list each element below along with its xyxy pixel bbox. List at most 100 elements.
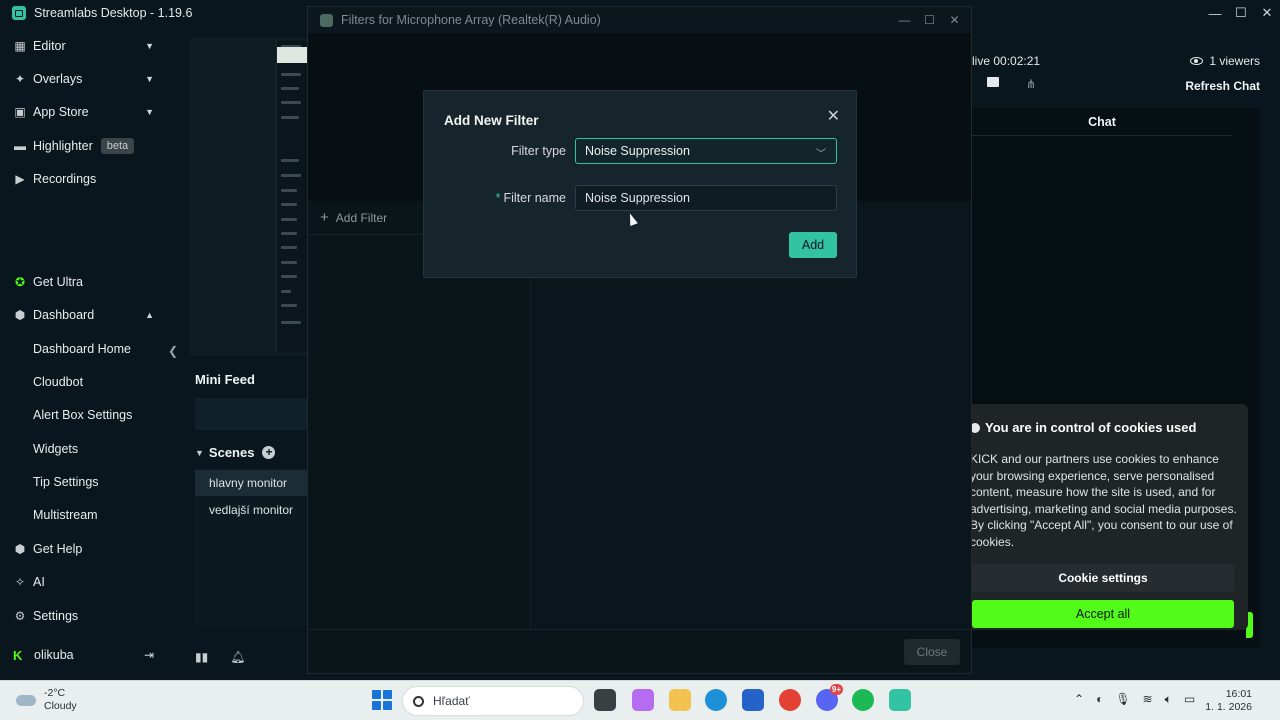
sidebar-item-overlays[interactable]: ✦ Overlays ▼ [0, 65, 182, 93]
sidebar-item-tip-settings[interactable]: Tip Settings [0, 468, 182, 496]
minimize-icon[interactable]: — [892, 7, 917, 33]
sidebar-item-label: Highlighter [33, 139, 93, 153]
kick-icon: K [13, 648, 23, 663]
sidebar-item-label: Alert Box Settings [33, 408, 133, 422]
minimize-icon[interactable]: — [1202, 0, 1228, 26]
store-icon[interactable] [742, 689, 764, 711]
sidebar-item-get-help[interactable]: ⬢ Get Help [0, 535, 182, 563]
sidebar-item-label: Editor [33, 39, 66, 53]
dialog-title: Add New Filter [444, 113, 539, 128]
clock-time: 16:01 [1225, 688, 1252, 700]
profile-item[interactable]: K olikuba ⇥ [0, 642, 182, 668]
wifi-icon[interactable]: ≋ [1143, 692, 1153, 707]
network-status-icon[interactable]: ◐ [1096, 692, 1103, 707]
scenes-title: Scenes [208, 445, 255, 460]
sidebar-item-label: App Store [33, 105, 89, 119]
scene-item[interactable]: hlavny monitor [195, 470, 307, 496]
sidebar-item-highlighter[interactable]: ▬ Highlighter beta [0, 132, 182, 160]
close-icon[interactable]: ✕ [827, 106, 840, 126]
store-icon: ▣ [14, 105, 26, 119]
sidebar-item-widgets[interactable]: Widgets [0, 435, 182, 463]
task-view-icon[interactable] [594, 689, 616, 711]
sidebar-item-dashboard-home[interactable]: Dashboard Home [0, 335, 182, 363]
live-timer: live 00:02:21 [972, 54, 1041, 68]
cookie-body: KICK and our partners use cookies to enh… [970, 452, 1237, 549]
add-scene-icon[interactable]: + [262, 446, 276, 459]
accept-all-button[interactable]: Accept all [972, 600, 1234, 628]
sidebar-item-ai[interactable]: ✧ AI [0, 568, 182, 596]
chevron-down-icon: ▼ [145, 107, 154, 117]
bottom-toolbar: ▮▮ 🔔︎ [195, 650, 245, 664]
close-button[interactable]: Close [904, 639, 960, 665]
file-explorer-icon[interactable] [669, 689, 691, 711]
sidebar-item-alert-box-settings[interactable]: Alert Box Settings [0, 401, 182, 429]
close-icon[interactable]: ✕ [942, 7, 967, 33]
sidebar-item-editor[interactable]: ▦ Editor ▼ [0, 32, 182, 60]
overlays-icon: ✦ [14, 72, 26, 86]
chevron-down-icon: ▼ [145, 41, 154, 51]
add-button[interactable]: Add [789, 232, 837, 258]
spotify-icon[interactable] [852, 689, 874, 711]
taskbar-search[interactable]: Hľadať [402, 686, 584, 716]
chevron-down-icon: ﹀ [816, 149, 826, 160]
cookie-consent-modal: You are in control of cookies used KICK … [962, 404, 1248, 630]
weather-widget[interactable]: -2°C Cloudy [16, 687, 77, 713]
sidebar-item-recordings[interactable]: ▶ Recordings [0, 165, 182, 193]
refresh-chat-button[interactable]: Refresh Chat [1185, 79, 1260, 93]
recordings-icon: ▶ [15, 172, 25, 186]
sidebar-item-app-store[interactable]: ▣ App Store ▼ [0, 98, 182, 126]
filter-name-label: * Filter name [496, 191, 566, 205]
chevron-down-icon: ▼ [145, 74, 154, 84]
sidebar-item-label: Get Help [33, 542, 83, 556]
collapse-sidebar-icon[interactable]: ❮ [168, 344, 178, 358]
scene-item[interactable]: vedlajší monitor [195, 497, 307, 523]
chevron-up-icon[interactable]: ⌃ [1074, 692, 1084, 707]
sidebar-item-label: Cloudbot [33, 375, 84, 389]
mini-feed-panel [195, 398, 307, 430]
sidebar-item-dashboard[interactable]: ⬢ Dashboard ▲ [0, 301, 182, 329]
windows-start-icon[interactable] [372, 690, 392, 710]
bell-icon[interactable]: 🔔︎ [230, 650, 245, 664]
discord-icon[interactable]: 9+ [816, 684, 843, 711]
streamlabs-logo-icon [12, 6, 26, 20]
streamlabs-taskbar-icon[interactable] [889, 689, 911, 711]
tab-chat[interactable]: Chat [972, 108, 1232, 136]
filters-window-title: Filters for Microphone Array (Realtek(R)… [341, 13, 601, 27]
maximize-icon[interactable]: ☐ [917, 7, 942, 33]
sidebar-item-cloudbot[interactable]: Cloudbot [0, 368, 182, 396]
cookie-title: You are in control of cookies used [970, 420, 1196, 435]
chevron-up-icon: ▲ [145, 310, 154, 320]
close-icon[interactable]: ✕ [1254, 0, 1280, 26]
streamlabs-logo-icon [320, 13, 333, 27]
stats-icon[interactable]: ▮▮ [195, 650, 208, 664]
search-icon [413, 695, 424, 707]
filter-name-input[interactable]: Noise Suppression [575, 185, 837, 211]
clock[interactable]: 16:01 1. 1. 2026 [1205, 688, 1252, 714]
edge-icon[interactable] [705, 689, 727, 711]
caret-down-icon[interactable]: ▼ [195, 448, 204, 458]
volume-icon[interactable]: 🔈︎ [1165, 692, 1172, 707]
maximize-icon[interactable]: ☐ [1228, 0, 1254, 26]
microphone-icon[interactable]: 🎙︎ [1115, 692, 1130, 707]
share-icon[interactable]: ⋔ [1026, 77, 1036, 91]
help-icon: ⬢ [14, 542, 26, 556]
logout-icon[interactable]: ⇥ [144, 648, 154, 662]
battery-icon[interactable]: ▭ [1184, 692, 1195, 707]
add-filter-label: Add Filter [335, 210, 388, 225]
sidebar-item-multistream[interactable]: Multistream [0, 501, 182, 529]
clock-date: 1. 1. 2026 [1205, 701, 1252, 713]
viewer-count: 1 viewers [1190, 54, 1260, 68]
copilot-icon[interactable] [632, 689, 654, 711]
gear-icon: ⚙ [14, 609, 26, 623]
cookie-settings-button[interactable]: Cookie settings [972, 564, 1234, 592]
camera-icon[interactable] [987, 77, 999, 87]
filter-type-label: Filter type [511, 144, 566, 158]
chrome-icon[interactable] [779, 689, 801, 711]
scenes-header: ▼ Scenes + [195, 445, 276, 460]
filter-type-value: Noise Suppression [585, 144, 690, 158]
filter-name-label-text: Filter name [503, 191, 566, 205]
sidebar-item-get-ultra[interactable]: ✪ Get Ultra [0, 268, 182, 296]
filter-type-select[interactable]: Noise Suppression ﹀ [575, 138, 837, 164]
sidebar-item-settings[interactable]: ⚙ Settings [0, 602, 182, 630]
ultra-icon: ✪ [14, 275, 26, 289]
